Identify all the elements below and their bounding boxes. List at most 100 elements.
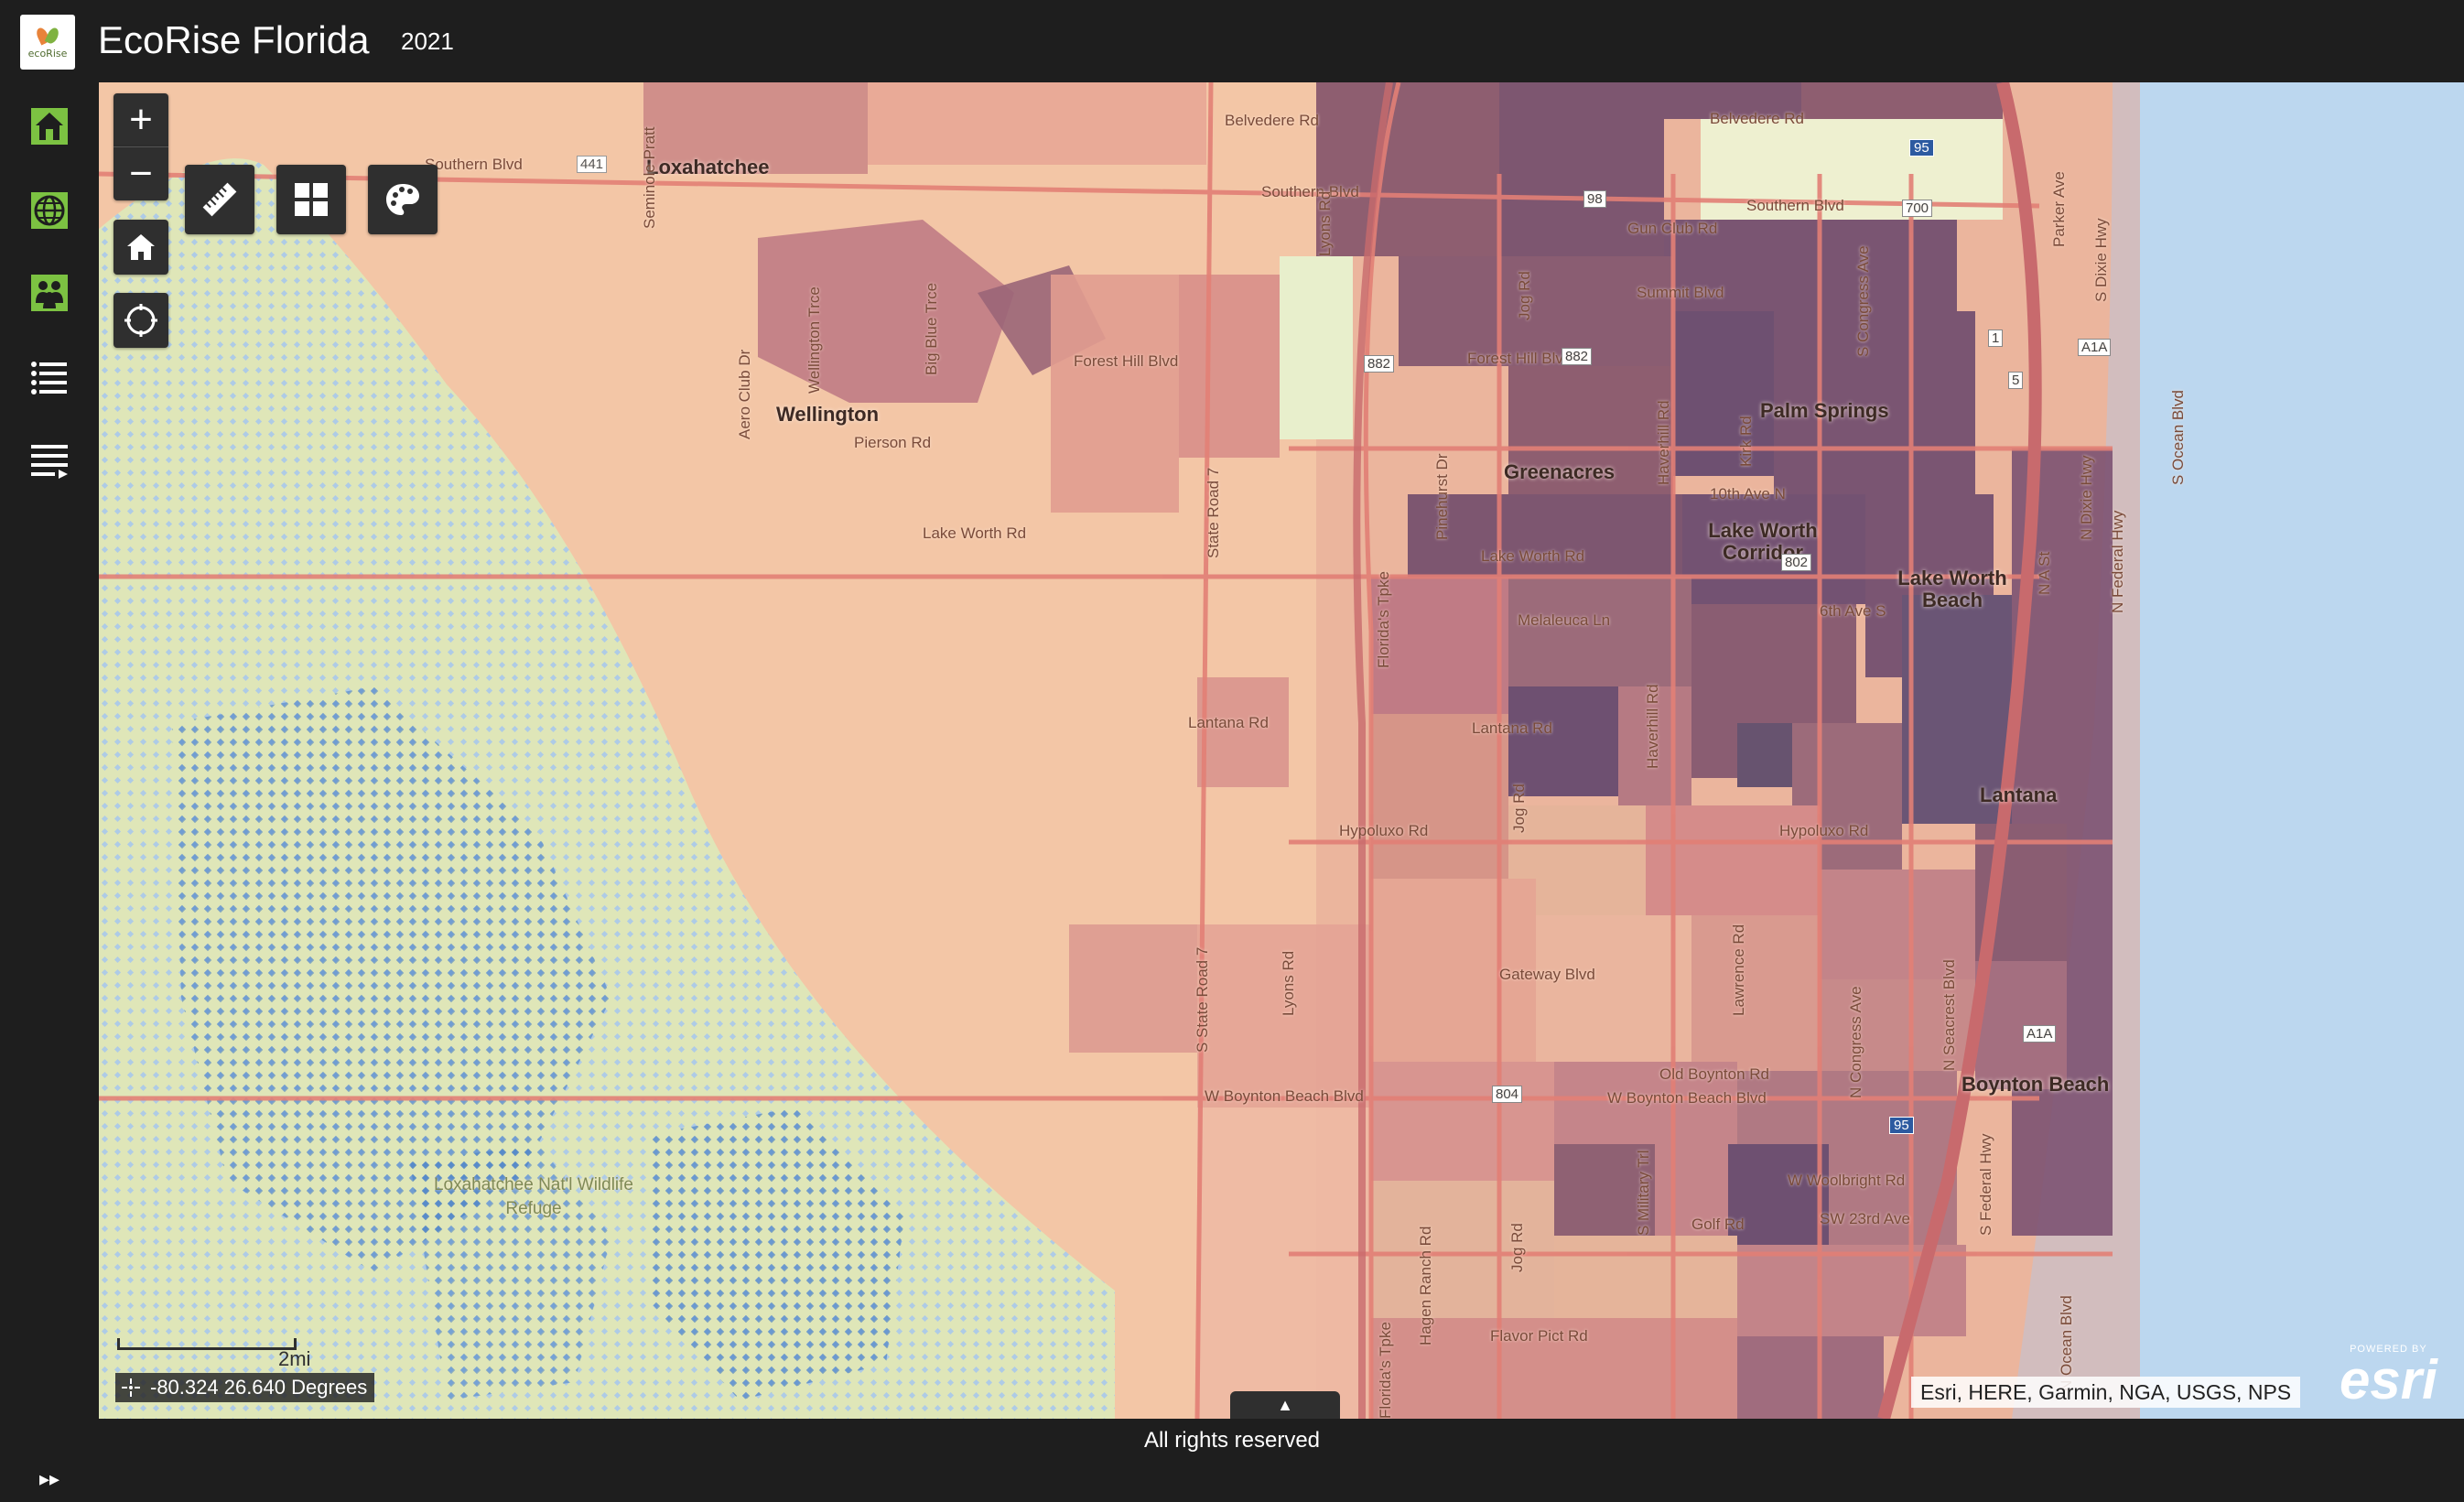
- basemap-gallery-button[interactable]: [276, 165, 346, 234]
- label-state-road-7: State Road 7: [1205, 467, 1222, 558]
- menu-icon[interactable]: [22, 432, 77, 487]
- label-n-dixie-hwy: N Dixie Hwy: [2078, 455, 2095, 540]
- label-jog-rd-3: Jog Rd: [1508, 1223, 1526, 1272]
- app-header: ecoRise EcoRise Florida 2021: [0, 0, 2464, 84]
- shield-700: 700: [1902, 200, 1933, 217]
- label-lyons-rd: Lyons Rd: [1316, 190, 1334, 256]
- shield-98: 98: [1583, 190, 1606, 208]
- label-haverhill-rd-2: Haverhill Rd: [1644, 684, 1661, 769]
- label-lake-worth-rd: Lake Worth Rd: [923, 524, 1027, 542]
- label-lake-worth-rd-2: Lake Worth Rd: [1481, 547, 1585, 565]
- label-w-woolbright-rd: W Woolbright Rd: [1788, 1172, 1906, 1189]
- scale-label: 2mi: [278, 1347, 311, 1370]
- zoom-out-button[interactable]: −: [113, 146, 168, 200]
- label-jog-rd: Jog Rd: [1516, 271, 1533, 320]
- label-s-federal-hwy: S Federal Hwy: [1977, 1133, 1994, 1236]
- label-pinehurst-dr: Pinehurst Dr: [1433, 453, 1451, 540]
- home-extent-icon: [127, 234, 155, 260]
- label-aero-club-dr: Aero Club Dr: [736, 349, 753, 439]
- label-kirk-rd: Kirk Rd: [1737, 416, 1755, 467]
- label-summit-blvd: Summit Blvd: [1637, 284, 1724, 301]
- label-wellington: Wellington: [776, 403, 880, 426]
- esri-wordmark: esri: [2340, 1349, 2437, 1410]
- palette-icon: [386, 184, 419, 215]
- label-lantana-rd-2: Lantana Rd: [1472, 719, 1552, 737]
- list-icon[interactable]: [22, 350, 77, 405]
- label-lantana-rd: Lantana Rd: [1188, 714, 1269, 731]
- label-flavor-pict-rd: Flavor Pict Rd: [1490, 1327, 1588, 1345]
- label-old-boynton-rd: Old Boynton Rd: [1659, 1065, 1770, 1083]
- left-sidebar: ▸▸: [0, 82, 99, 1490]
- label-loxahatchee: Loxahatchee: [646, 156, 770, 178]
- label-big-blue-trce: Big Blue Trce: [923, 282, 940, 375]
- shield-1: 1: [1988, 330, 2004, 347]
- label-congress-ave: S Congress Ave: [1854, 245, 1872, 357]
- label-greenacres: Greenacres: [1504, 460, 1616, 483]
- label-palm-springs: Palm Springs: [1760, 399, 1889, 422]
- year-label: 2021: [401, 27, 454, 55]
- app-title: EcoRise Florida: [98, 18, 370, 61]
- label-floridas-tpke: Florida's Tpke: [1375, 571, 1392, 668]
- locate-button[interactable]: [113, 293, 168, 348]
- shield-a1a: A1A: [2078, 339, 2112, 356]
- logo-wordmark: ecoRise: [27, 47, 68, 59]
- label-melaleuca-ln: Melaleuca Ln: [1518, 611, 1611, 629]
- shield-802: 802: [1781, 554, 1812, 571]
- label-southern-blvd-2: Southern Blvd: [1261, 183, 1359, 200]
- shield-804: 804: [1492, 1086, 1523, 1103]
- label-floridas-tpke-2: Florida's Tpke: [1377, 1322, 1394, 1419]
- label-belvedere-rd-2: Belvedere Rd: [1710, 110, 1805, 127]
- label-hypoluxo-rd: Hypoluxo Rd: [1339, 822, 1429, 839]
- footer: All rights reserved: [0, 1419, 2464, 1463]
- label-jog-rd-2: Jog Rd: [1510, 783, 1528, 833]
- bottom-panel-toggle[interactable]: ▲: [1230, 1391, 1340, 1419]
- ecorise-logo[interactable]: ecoRise: [20, 15, 75, 70]
- locate-icon: [124, 304, 157, 337]
- people-icon[interactable]: [22, 265, 77, 320]
- legend-button[interactable]: [368, 165, 438, 234]
- map-view[interactable]: Loxahatchee Wellington Palm Springs Gree…: [99, 82, 2464, 1419]
- zoom-in-button[interactable]: +: [113, 93, 168, 146]
- grid-icon: [295, 183, 328, 216]
- measure-button[interactable]: [185, 165, 254, 234]
- logo-leaf-icon: [34, 26, 61, 46]
- label-gateway-blvd: Gateway Blvd: [1499, 966, 1595, 983]
- default-extent-button[interactable]: [113, 220, 168, 275]
- label-military-trl: S Military Trl: [1635, 1150, 1652, 1237]
- label-haverhill-rd: Haverhill Rd: [1655, 400, 1672, 485]
- label-n-federal-hwy: N Federal Hwy: [2109, 510, 2126, 613]
- esri-logo[interactable]: POWERED BY esri: [2340, 1344, 2437, 1410]
- globe-icon[interactable]: [22, 183, 77, 238]
- label-wellington-trce: Wellington Trce: [805, 286, 823, 394]
- label-southern-blvd: Southern Blvd: [425, 156, 523, 173]
- label-sw-23rd-ave: SW 23rd Ave: [1820, 1210, 1910, 1227]
- label-southern-blvd-3: Southern Blvd: [1746, 197, 1844, 214]
- label-lantana: Lantana: [1980, 783, 2058, 806]
- label-s-state-road-7: S State Road 7: [1194, 946, 1211, 1053]
- crosshair-icon: [119, 1376, 143, 1399]
- ruler-icon: [202, 182, 237, 217]
- label-lawrence-rd: Lawrence Rd: [1730, 924, 1747, 1016]
- label-boynton-beach: Boynton Beach: [1961, 1073, 2110, 1096]
- label-pierson-rd: Pierson Rd: [854, 434, 932, 451]
- label-tenth-ave: 10th Ave N: [1710, 485, 1786, 502]
- label-gun-club-rd: Gun Club Rd: [1627, 220, 1718, 237]
- shield-5: 5: [2008, 372, 2024, 389]
- label-ocean-blvd: S Ocean Blvd: [2169, 390, 2187, 485]
- label-w-boynton-beach-blvd-2: W Boynton Beach Blvd: [1607, 1089, 1767, 1107]
- label-forest-hill-blvd: Forest Hill Blvd: [1074, 352, 1179, 370]
- label-parker-ave: Parker Ave: [2050, 171, 2068, 247]
- label-n-a-st: N A St: [2036, 551, 2053, 595]
- label-forest-hill-blvd-2: Forest Hill Blvd: [1467, 350, 1572, 367]
- shield-441: 441: [577, 156, 608, 173]
- label-golf-rd: Golf Rd: [1691, 1216, 1745, 1233]
- label-n-seacrest-blvd: N Seacrest Blvd: [1940, 959, 1958, 1071]
- home-icon[interactable]: [22, 99, 77, 154]
- label-s-dixie-hwy: S Dixie Hwy: [2092, 218, 2110, 302]
- coordinate-readout[interactable]: -80.324 26.640 Degrees: [115, 1373, 375, 1402]
- label-belvedere-rd: Belvedere Rd: [1225, 112, 1320, 129]
- label-lake-worth-beach: Lake Worth Beach: [1897, 567, 2007, 611]
- shield-a1a-2: A1A: [2023, 1025, 2057, 1043]
- scale-bar: [117, 1338, 297, 1350]
- label-lyons-rd-2: Lyons Rd: [1280, 950, 1297, 1016]
